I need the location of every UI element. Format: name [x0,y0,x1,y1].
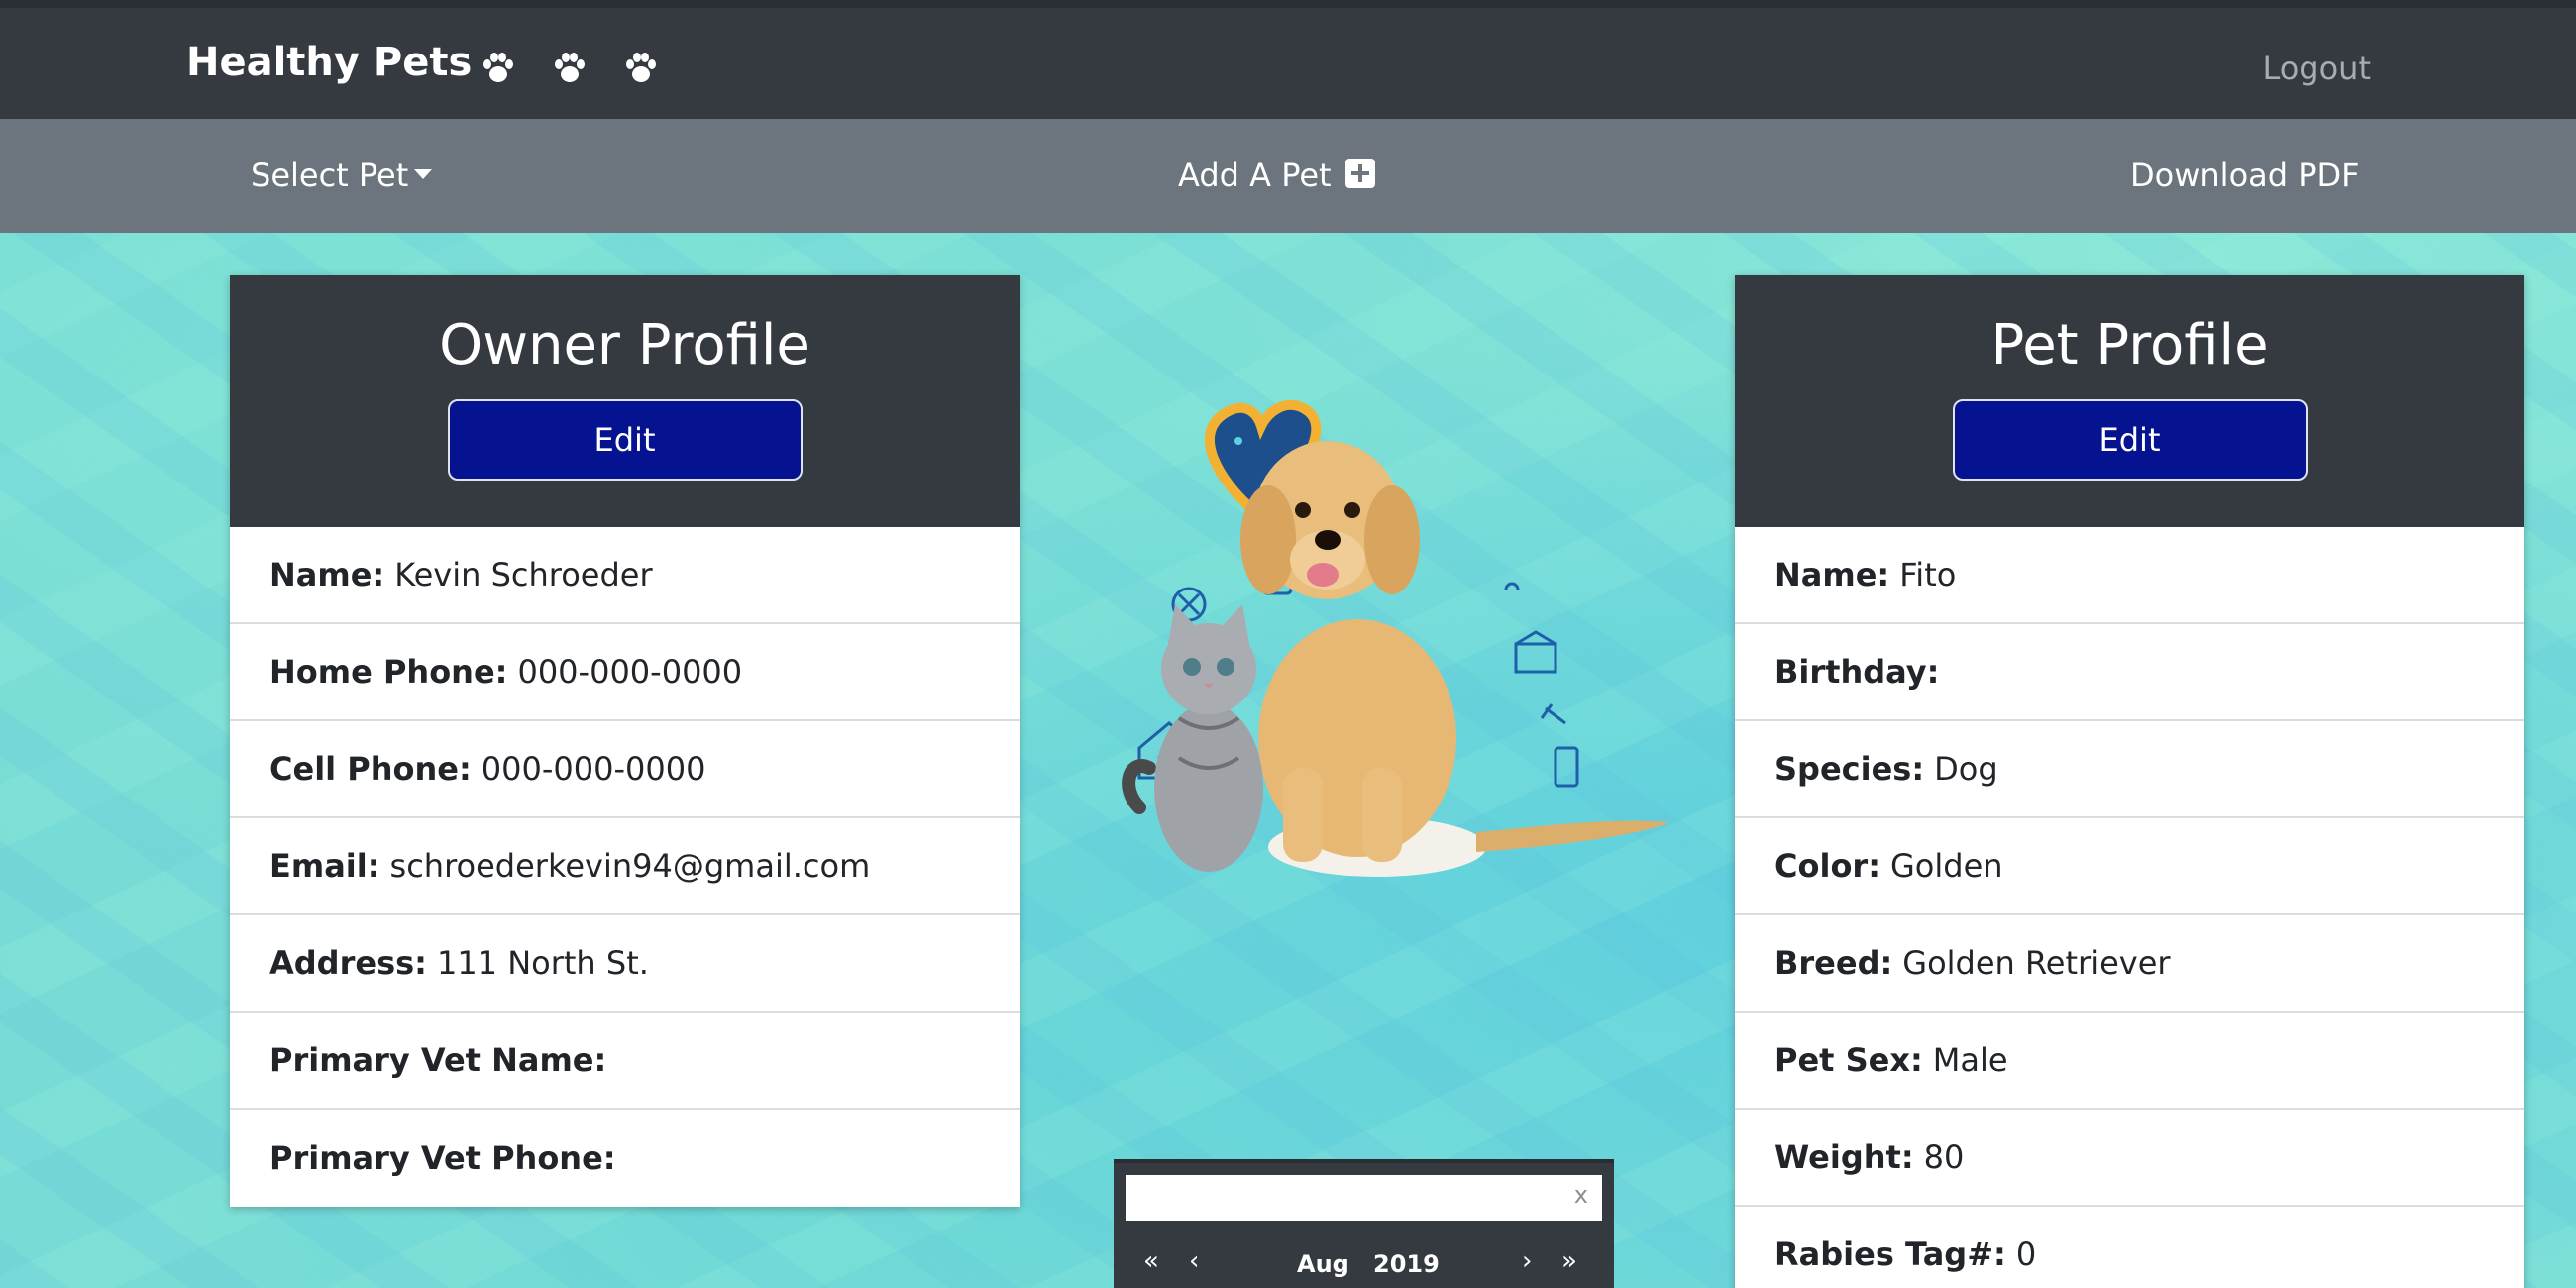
top-navbar: Healthy Pets Logout [0,0,2576,119]
puppy-image [1240,441,1669,877]
add-pet-label: Add A Pet [1178,157,1332,194]
owner-field-email: Email: schroederkevin94@gmail.com [230,818,1020,915]
paw-icon [626,53,656,82]
brand-logo[interactable]: Healthy Pets [186,40,472,85]
pet-profile-card: Pet Profile Edit Name: Fito Birthday: Spe… [1735,275,2524,1288]
owner-profile-title: Owner Profile [439,313,810,377]
pet-field-weight: Weight: 80 [1735,1110,2524,1207]
paw-icon [483,53,513,82]
year-label[interactable]: 2019 [1373,1250,1440,1278]
pet-field-species: Species: Dog [1735,721,2524,818]
pet-field-sex: Pet Sex: Male [1735,1013,2524,1110]
owner-profile-card: Owner Profile Edit Name: Kevin Schroeder … [230,275,1020,1207]
pet-profile-title: Pet Profile [1990,313,2269,377]
plus-square-icon [1344,159,1375,188]
owner-field-name: Name: Kevin Schroeder [230,527,1020,624]
owner-field-vet-phone: Primary Vet Phone: [269,1139,616,1177]
last-month-button[interactable]: » [1561,1246,1577,1276]
prev-month-button[interactable]: ‹ [1189,1246,1199,1276]
owner-field-address: Address: 111 North St. [230,915,1020,1013]
datepicker-widget: x « ‹ Aug 2019 › » [1114,1159,1614,1288]
pet-field-breed: Breed: Golden Retriever [1735,915,2524,1013]
pet-field-birthday: Birthday: [1735,624,2524,721]
owner-field-vet-name: Primary Vet Name: [230,1013,1020,1110]
logout-link[interactable]: Logout [2262,50,2371,87]
paw-icon [555,53,585,82]
kitten-image [1122,604,1263,872]
owner-field-cell-phone: Cell Phone: 000-000-0000 [230,721,1020,818]
datepicker-nav: « ‹ Aug 2019 › » [1114,1242,1614,1288]
owner-profile-header: Owner Profile Edit [230,275,1020,527]
month-label[interactable]: Aug [1297,1250,1349,1278]
add-pet-link[interactable]: Add A Pet [1178,157,1375,194]
next-month-button[interactable]: › [1522,1246,1532,1276]
datepicker-input[interactable]: x [1126,1175,1602,1221]
select-pet-dropdown[interactable]: Select Pet [251,157,433,194]
owner-field-home-phone: Home Phone: 000-000-0000 [230,624,1020,721]
select-pet-label: Select Pet [251,157,409,194]
clear-date-button[interactable]: x [1574,1181,1588,1209]
first-month-button[interactable]: « [1143,1246,1159,1276]
pet-field-color: Color: Golden [1735,818,2524,915]
paw-icons [481,50,659,85]
pet-edit-button[interactable]: Edit [1952,399,2308,481]
pet-field-rabies-tag: Rabies Tag#: 0 [1735,1207,2524,1288]
owner-edit-button[interactable]: Edit [447,399,803,481]
pet-profile-header: Pet Profile Edit [1735,275,2524,527]
pets-illustration [1122,399,1669,877]
caret-down-icon [414,169,433,179]
download-pdf-link[interactable]: Download PDF [2130,157,2360,194]
pet-field-name: Name: Fito [1735,527,2524,624]
sub-navbar: Select Pet Add A Pet Download PDF [0,119,2576,233]
